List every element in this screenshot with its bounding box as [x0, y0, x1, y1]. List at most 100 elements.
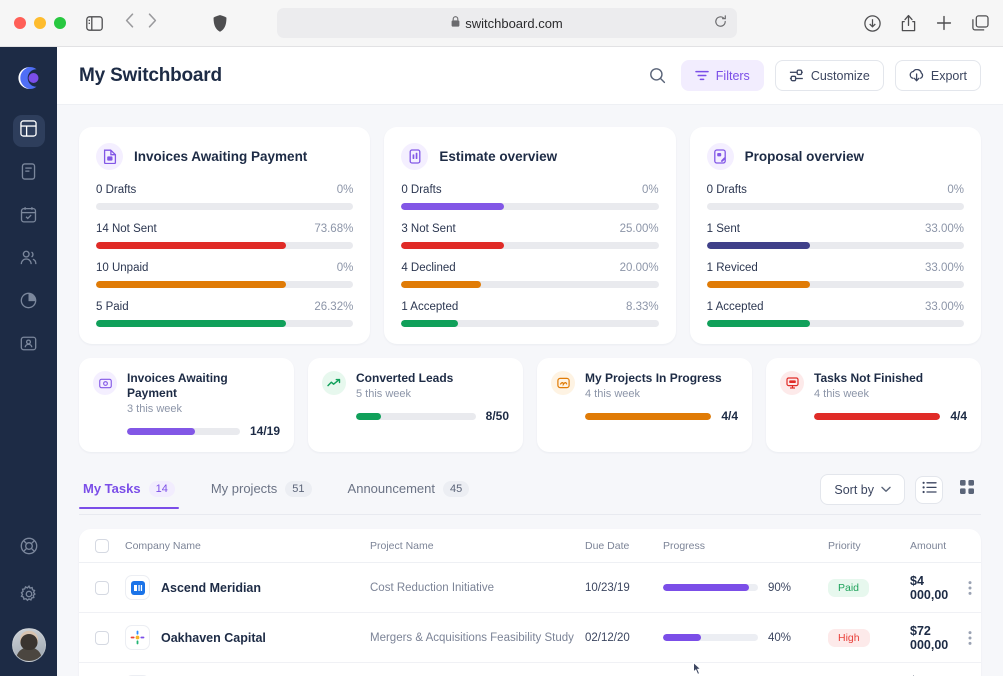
document-icon [20, 163, 37, 185]
tab-count-badge: 51 [285, 480, 312, 497]
user-avatar[interactable] [11, 628, 46, 662]
row-more-menu-icon[interactable] [948, 580, 972, 596]
row-checkbox[interactable] [95, 580, 109, 595]
reload-icon[interactable] [714, 15, 727, 31]
export-button[interactable]: Export [894, 60, 981, 91]
plus-icon[interactable] [936, 15, 952, 31]
sidebar-item-help[interactable] [13, 532, 45, 564]
customize-button[interactable]: Customize [774, 60, 884, 91]
forward-arrow-icon[interactable] [148, 13, 157, 33]
column-header-project-name[interactable]: Project Name [370, 540, 585, 552]
overview-row-pct: 0% [336, 262, 354, 274]
sidebar-item-settings[interactable] [13, 580, 45, 612]
tab-announcement[interactable]: Announcement 45 [344, 480, 474, 508]
row-amount: $72 000,00 [910, 623, 949, 652]
ascend-meridian-logo [125, 575, 150, 600]
grid-view-icon [960, 480, 974, 499]
export-button-label: Export [930, 68, 967, 83]
customize-icon [789, 69, 804, 82]
sidebar-toggle-icon[interactable] [86, 15, 103, 31]
overview-row-label: 4 Declined [401, 262, 456, 274]
sidebar-bottom-nav [11, 532, 46, 676]
tab-count-badge: 45 [443, 480, 470, 497]
back-arrow-icon[interactable] [125, 13, 134, 33]
column-header-company-name[interactable]: Company Name [125, 540, 370, 552]
column-header-priority[interactable]: Priority [828, 540, 910, 552]
stat-card-fill [585, 412, 712, 420]
users-icon [20, 249, 37, 271]
table-row[interactable]: Ascend Meridian Cost Reduction Initiativ… [79, 563, 981, 613]
topbar-actions: Filters Customize Export [646, 60, 981, 91]
page-content: Invoices Awaiting Payment 0 Drafts 0% 14 … [57, 105, 1003, 676]
overview-row-track [401, 242, 659, 249]
row-due-date: 02/12/20 [585, 631, 630, 644]
overview-row: 1 Sent 33.00% [706, 223, 964, 249]
overview-row-label: 10 Unpaid [96, 262, 149, 274]
overview-card-estimates: Estimate overview 0 Drafts 0% 3 Not Sent 2… [384, 127, 676, 344]
search-icon[interactable] [646, 64, 670, 88]
overview-row-pct: 26.32% [314, 301, 354, 313]
overview-row-fill [96, 281, 287, 288]
stat-card-track [585, 412, 712, 420]
sidebar-item-reports[interactable] [13, 287, 45, 319]
maximize-window-button[interactable] [54, 17, 66, 29]
tab-overview-icon[interactable] [972, 15, 989, 31]
select-all-checkbox[interactable] [95, 538, 109, 553]
row-checkbox[interactable] [95, 630, 109, 645]
row-project-name: Cost Reduction Initiative [370, 581, 495, 594]
overview-row: 0 Drafts 0% [706, 184, 964, 210]
column-header-amount[interactable]: Amount [910, 540, 946, 552]
sidebar-item-contacts[interactable] [13, 330, 45, 362]
stat-card-invoices-awaiting[interactable]: Invoices Awaiting Payment 3 this week 14… [79, 358, 294, 452]
sidebar-item-clients[interactable] [13, 244, 45, 276]
tab-my-projects[interactable]: My projects 51 [207, 480, 316, 508]
column-header-due-date[interactable]: Due Date [585, 540, 663, 552]
overview-row-pct: 33.00% [924, 223, 964, 235]
sidebar-item-documents[interactable] [13, 158, 45, 190]
overview-row-pct: 33.00% [924, 262, 964, 274]
filters-button[interactable]: Filters [680, 60, 764, 91]
table-row[interactable]: Lumina Finance Investment Portfolio Opti… [79, 663, 981, 676]
overview-row-pct: 0% [947, 184, 964, 196]
lock-icon [451, 16, 460, 30]
app-window: switchboard.com My Switchboard Filters C… [0, 0, 1003, 676]
shield-icon[interactable] [213, 14, 227, 32]
column-header-progress[interactable]: Progress [663, 540, 828, 552]
close-window-button[interactable] [14, 17, 26, 29]
stat-card-tasks-not-finished[interactable]: Tasks Not Finished 4 this week 4/4 [766, 358, 981, 452]
grid-view-button[interactable] [953, 476, 981, 504]
row-progress-fill [663, 584, 749, 591]
page-container: My Switchboard Filters Customize Export … [57, 47, 1003, 676]
row-progress-track [663, 584, 758, 591]
tab-count-badge: 14 [148, 480, 175, 497]
sidebar-item-calendar[interactable] [13, 201, 45, 233]
estimate-chart-icon [401, 143, 429, 170]
overview-row-track [401, 320, 659, 327]
stat-card-converted-leads[interactable]: Converted Leads 5 this week 8/50 [308, 358, 523, 452]
overview-row: 1 Reviced 33.00% [706, 262, 964, 288]
tab-my-tasks[interactable]: My Tasks 14 [79, 480, 179, 509]
list-view-button[interactable] [915, 475, 943, 504]
stat-card-value: 4/4 [721, 409, 738, 423]
address-bar[interactable]: switchboard.com [277, 8, 737, 38]
overview-row-fill [401, 242, 505, 249]
stat-card-projects-in-progress[interactable]: My Projects In Progress 4 this week 4/4 [537, 358, 752, 452]
stat-card-fill [127, 427, 195, 435]
task-board-icon [780, 371, 804, 395]
download-icon[interactable] [864, 14, 881, 32]
overview-row-pct: 73.68% [314, 223, 354, 235]
minimize-window-button[interactable] [34, 17, 46, 29]
overview-row-track [96, 203, 354, 210]
overview-row-track [96, 320, 354, 327]
overview-row-label: 1 Reviced [706, 262, 758, 274]
overview-row-pct: 20.00% [619, 262, 659, 274]
money-icon [93, 371, 117, 395]
table-row[interactable]: Oakhaven Capital Mergers & Acquisitions … [79, 613, 981, 663]
overview-row: 0 Drafts 0% [401, 184, 659, 210]
sidebar-item-dashboard[interactable] [12, 115, 45, 147]
row-more-menu-icon[interactable] [948, 630, 972, 646]
overview-cards-row: Invoices Awaiting Payment 0 Drafts 0% 14 … [79, 127, 981, 344]
sort-by-dropdown[interactable]: Sort by [820, 474, 905, 505]
share-icon[interactable] [901, 14, 916, 32]
window-traffic-lights[interactable] [14, 17, 66, 29]
